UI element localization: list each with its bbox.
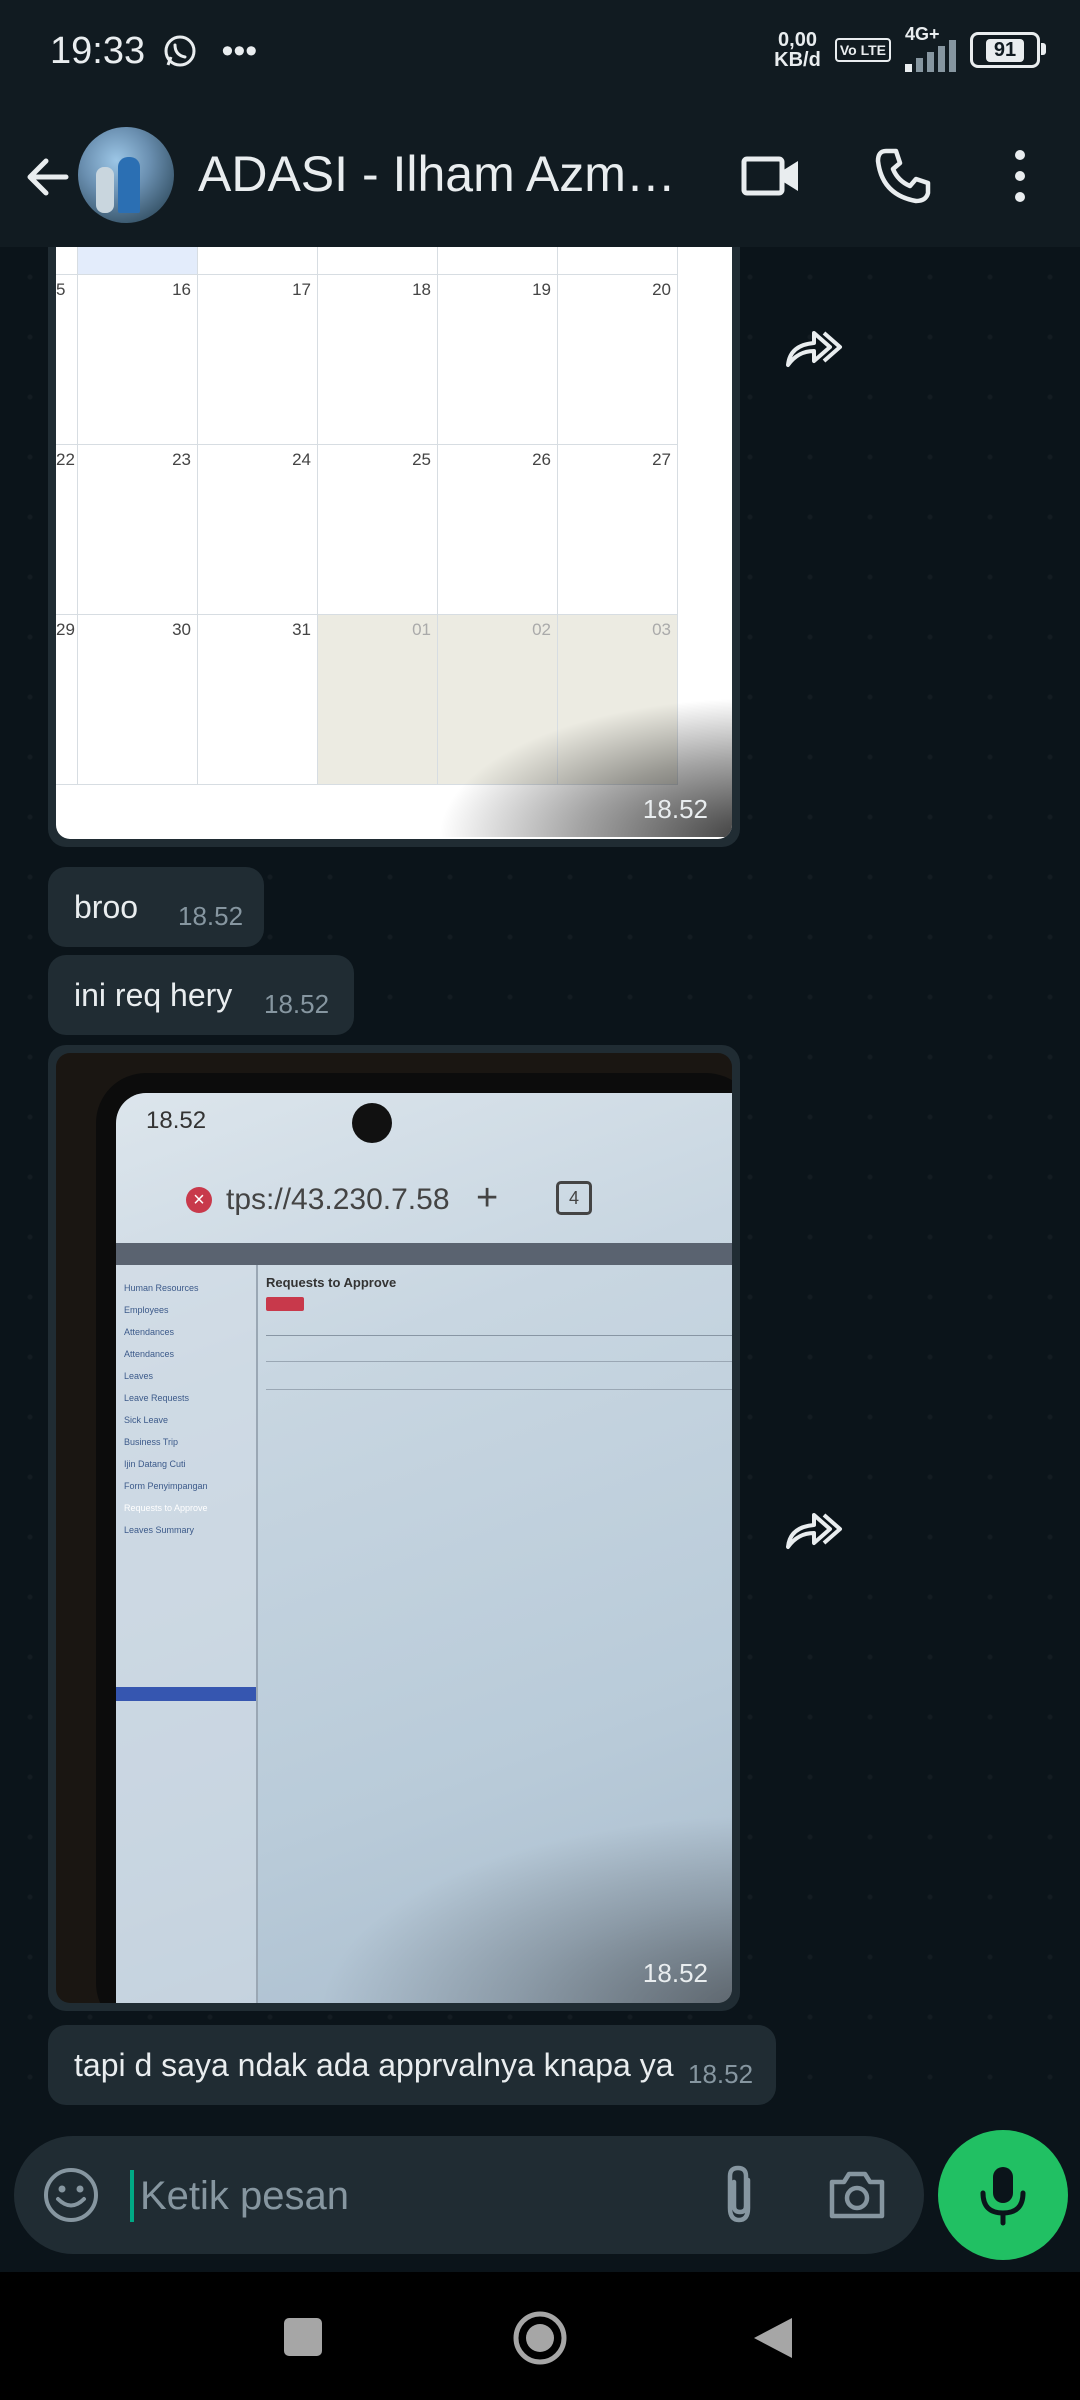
photo-create-button xyxy=(266,1297,304,1311)
calendar-day-cell: 25 xyxy=(318,445,438,615)
camera-hole xyxy=(352,1103,392,1143)
calendar-cell xyxy=(198,247,318,275)
photo-sidebar-item: Form Penyimpangan xyxy=(124,1481,208,1491)
photo-insecure-icon: × xyxy=(186,1187,212,1213)
calendar-day-cell: 29 xyxy=(56,615,78,785)
net-speed-value: 0,00 xyxy=(778,29,817,51)
net-speed: 0,00 KB/d xyxy=(774,30,821,70)
photo-new-tab-icon: + xyxy=(476,1177,499,1219)
emoji-icon[interactable] xyxy=(42,2166,100,2224)
volte-badge: Vo LTE xyxy=(834,38,891,62)
photo-sidebar-item: Employees xyxy=(124,1305,169,1315)
back-arrow-icon[interactable] xyxy=(18,147,78,207)
photo-sidebar-item: Leaves Summary xyxy=(124,1525,195,1535)
calendar-cell xyxy=(78,247,198,275)
calendar-day-cell: 18 xyxy=(318,275,438,445)
chat-title[interactable]: ADASI - Ilham Azmy... xyxy=(198,145,688,203)
image-timestamp: 18.52 xyxy=(642,1958,708,1988)
message-composer xyxy=(14,2136,924,2254)
calendar-day-cell: 20 xyxy=(558,275,678,445)
status-time: 19:33 xyxy=(50,30,146,72)
nav-back-icon[interactable] xyxy=(752,2316,794,2360)
photo-table-header xyxy=(266,1321,732,1336)
photo-sidebar-item: Attendances xyxy=(124,1349,175,1359)
photo-sidebar-item: Leaves xyxy=(124,1371,154,1381)
battery-icon: 91 xyxy=(970,32,1046,68)
avatar[interactable] xyxy=(78,127,174,223)
more-dots-icon: ••• xyxy=(221,31,258,70)
signal: 4G+ xyxy=(905,24,956,72)
calendar-day-cell: 23 xyxy=(78,445,198,615)
chat-area[interactable]: 5 16 17 18 19 20 22 23 24 25 26 27 29 30 31 01 02 03 18.5… xyxy=(0,247,1080,2132)
calendar-cell xyxy=(438,247,558,275)
calendar-day-cell: 26 xyxy=(438,445,558,615)
photo-sidebar-item: Ijin Datang Cuti xyxy=(124,1459,186,1469)
photo-app-menu xyxy=(116,1243,732,1265)
photo-table-line xyxy=(266,1361,732,1362)
home-icon[interactable] xyxy=(512,2310,568,2366)
calendar-cell xyxy=(318,247,438,275)
calendar-day-cell: 31 xyxy=(198,615,318,785)
message-time: 18.52 xyxy=(688,2059,754,2089)
status-left-icons: ••• xyxy=(162,30,257,71)
photo-sidebar-item: Business Trip xyxy=(124,1437,179,1447)
photo-phone-time: 18.52 xyxy=(146,1107,207,1134)
calendar-day-cell: 30 xyxy=(78,615,198,785)
image-message-photo[interactable]: 18.52 × tps://43.230.7.58 + 4 Human Reso… xyxy=(48,1045,740,2011)
message-text: ini req hery xyxy=(74,977,233,1013)
calendar-day-cell: 16 xyxy=(78,275,198,445)
calendar-cell xyxy=(56,247,78,275)
message-text: tapi d saya ndak ada apprvalnya knapa ya xyxy=(74,2047,674,2083)
calendar-day-cell: 22 xyxy=(56,445,78,615)
calendar-day-cell: 17 xyxy=(198,275,318,445)
photo-sidebar-item: Sick Leave xyxy=(124,1415,169,1425)
chat-header: ADASI - Ilham Azmy... xyxy=(0,105,1080,247)
voice-message-button[interactable] xyxy=(938,2130,1068,2260)
message-time: 18.52 xyxy=(178,901,244,931)
message-text: broo xyxy=(74,889,139,925)
calendar-day-cell: 19 xyxy=(438,275,558,445)
whatsapp-icon xyxy=(164,35,196,67)
net-speed-unit: KB/d xyxy=(774,49,821,71)
image-timestamp: 18.52 xyxy=(642,794,708,824)
status-bar: 19:33 ••• 0,00 KB/d Vo LTE 4G+ 91 xyxy=(0,0,1080,105)
video-call-icon[interactable] xyxy=(740,145,802,207)
status-right: 0,00 KB/d Vo LTE 4G+ 91 xyxy=(774,24,1046,72)
photo-page-title: Requests to Approve xyxy=(266,1275,397,1290)
image-message-calendar[interactable]: 5 16 17 18 19 20 22 23 24 25 26 27 29 30 31 01 02 03 18.5… xyxy=(48,247,740,847)
photo-sidebar-item: Human Resources xyxy=(124,1283,199,1293)
calendar-cell xyxy=(558,247,678,275)
calendar-day-cell: 24 xyxy=(198,445,318,615)
more-options-icon[interactable] xyxy=(1000,145,1040,207)
message-bubble[interactable]: ini req hery 18.52 xyxy=(48,955,354,1035)
message-bubble[interactable]: broo 18.52 xyxy=(48,867,264,947)
message-time: 18.52 xyxy=(264,989,330,1019)
calendar-day-cell: 01 xyxy=(318,615,438,785)
microphone-icon xyxy=(980,2167,1026,2226)
message-bubble[interactable]: tapi d saya ndak ada apprvalnya knapa ya… xyxy=(48,2025,776,2105)
voice-call-icon[interactable] xyxy=(872,145,934,207)
system-nav-bar xyxy=(0,2272,1080,2400)
photo-url: tps://43.230.7.58 xyxy=(226,1183,450,1216)
forward-icon[interactable] xyxy=(784,323,846,373)
photo-tab-count: 4 xyxy=(556,1181,592,1215)
calendar-day-cell: 27 xyxy=(558,445,678,615)
text-caret xyxy=(130,2170,134,2222)
photo-sidebar-selected xyxy=(116,1687,256,1701)
camera-icon[interactable] xyxy=(826,2166,888,2224)
forward-icon[interactable] xyxy=(784,1505,846,1555)
photo-sidebar-item: Requests to Approve xyxy=(124,1503,208,1513)
calendar-day-cell: 5 xyxy=(56,275,78,445)
network-type: 4G+ xyxy=(905,24,940,44)
photo-image[interactable]: 18.52 × tps://43.230.7.58 + 4 Human Reso… xyxy=(56,1053,732,2003)
photo-sidebar: Human Resources Employees Attendances Atten… xyxy=(116,1265,258,2003)
attach-icon[interactable] xyxy=(712,2164,768,2226)
photo-sidebar-item: Leave Requests xyxy=(124,1393,190,1403)
calendar-image[interactable]: 5 16 17 18 19 20 22 23 24 25 26 27 29 30 31 01 02 03 18.5… xyxy=(56,247,732,839)
message-input[interactable] xyxy=(138,2166,702,2226)
battery-level: 91 xyxy=(985,38,1025,62)
photo-sidebar-item: Attendances xyxy=(124,1327,175,1337)
photo-table-line xyxy=(266,1389,732,1390)
recent-apps-icon[interactable] xyxy=(284,2318,322,2356)
